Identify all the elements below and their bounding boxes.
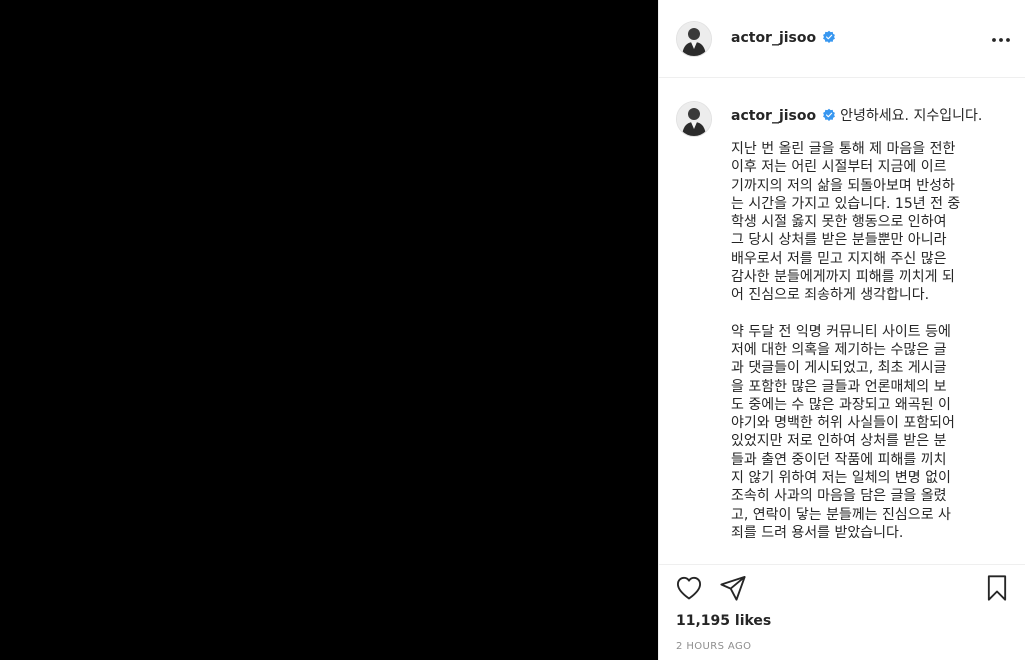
caption-line: 을 포함한 많은 글들과 언론매체의 보 (731, 378, 947, 395)
bookmark-icon (987, 575, 1007, 601)
caption-line: 지난 번 올린 글을 통해 제 마음을 전한 (731, 141, 956, 157)
caption-paragraph: 지난 번 올린 글을 통해 제 마음을 전한 이후 저는 어린 시절부터 지금에… (731, 140, 996, 305)
more-options-button[interactable] (989, 28, 1013, 52)
caption-line: 감사한 분들에게까지 피해를 끼치게 되 (731, 269, 955, 286)
caption-line: 도 중에는 수 많은 과장되고 왜곡된 이 (731, 396, 951, 413)
save-button[interactable] (983, 574, 1011, 602)
verified-badge-icon (823, 108, 836, 121)
caption-line: 야기와 명백한 허위 사실들이 포함되어 (731, 415, 955, 432)
post-viewer: actor_jisoo actor_jisoo 안녕하세요. 지수입니다. 지난… (0, 0, 1025, 660)
caption-line: 죄를 드려 용서를 받았습니다. (731, 524, 904, 541)
caption-line: 는 시간을 가지고 있습니다. 15년 전 중 (731, 195, 961, 212)
caption-avatar[interactable] (676, 101, 712, 137)
post-timestamp[interactable]: 2 HOURS AGO (676, 641, 751, 652)
profile-photo-icon (677, 102, 711, 136)
heart-icon (676, 576, 702, 600)
post-side-panel: actor_jisoo actor_jisoo 안녕하세요. 지수입니다. 지난… (658, 0, 1025, 660)
profile-photo-icon (677, 22, 711, 56)
post-media[interactable] (0, 0, 658, 660)
caption-line: 학생 시절 옳지 못한 행동으로 인하여 (731, 214, 947, 231)
post-actions: 11,195 likes 2 HOURS AGO (659, 564, 1025, 660)
caption-line: 있었지만 저로 인하여 상처를 받은 분 (731, 433, 947, 450)
caption-line: 약 두달 전 익명 커뮤니티 사이트 등에 (731, 323, 951, 340)
caption-section: actor_jisoo 안녕하세요. 지수입니다. 지난 번 올린 글을 통해 제… (659, 78, 1025, 564)
caption-line: 조속히 사과의 마음을 담은 글을 올렸 (731, 488, 947, 505)
caption-line: 저에 대한 의혹을 제기하는 수많은 글 (731, 341, 947, 358)
caption-line: 이후 저는 어린 시절부터 지금에 이르 (731, 159, 947, 176)
more-options-icon (992, 38, 1010, 42)
share-button[interactable] (719, 574, 747, 602)
caption-line: 배우로서 저를 믿고 지지해 주신 많은 (731, 250, 947, 267)
like-button[interactable] (675, 574, 703, 602)
caption-paragraph: 약 두달 전 익명 커뮤니티 사이트 등에 저에 대한 의혹을 제기하는 수많은… (731, 323, 996, 543)
caption-line: 지 않기 위하여 저는 일체의 변명 없이 (731, 470, 951, 487)
caption-text: 지난 번 올린 글을 통해 제 마음을 전한 이후 저는 어린 시절부터 지금에… (731, 140, 996, 542)
caption-line: 기까지의 저의 삶을 되돌아보며 반성하 (731, 177, 955, 194)
caption-line: 들과 출연 중이던 작품에 피해를 끼치 (731, 451, 947, 468)
likes-count[interactable]: 11,195 likes (676, 613, 771, 629)
caption-username[interactable]: actor_jisoo (731, 108, 816, 124)
caption-line: 어 진심으로 죄송하게 생각합니다. (731, 287, 930, 304)
caption-line: 고, 연락이 닿는 분들께는 진심으로 사 (731, 506, 951, 523)
author-username[interactable]: actor_jisoo (731, 30, 836, 46)
caption-header-line: actor_jisoo 안녕하세요. 지수입니다. (731, 105, 982, 125)
author-username-text[interactable]: actor_jisoo (731, 30, 816, 46)
verified-badge-icon (823, 30, 836, 43)
caption-line: 그 당시 상처를 받은 분들뿐만 아니라 (731, 232, 947, 249)
send-icon (720, 575, 746, 601)
post-header: actor_jisoo (659, 0, 1025, 78)
author-avatar[interactable] (676, 21, 712, 57)
caption-greeting: 안녕하세요. 지수입니다. (840, 108, 983, 124)
caption-line: 과 댓글들이 게시되었고, 최초 게시글 (731, 360, 947, 377)
